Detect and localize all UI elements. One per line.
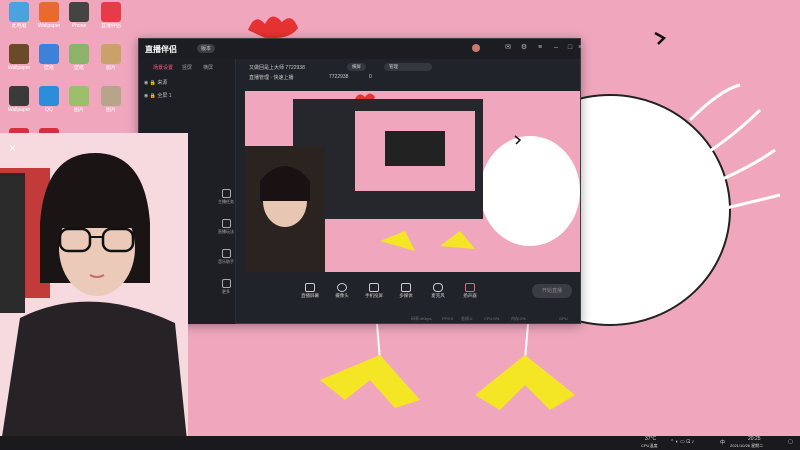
eye-icon[interactable]: ◉ <box>144 80 148 86</box>
tool-live-games[interactable]: 直播玩法 <box>211 219 241 235</box>
minimize-icon[interactable]: – <box>552 44 560 52</box>
menu-icon[interactable]: ≡ <box>536 44 544 52</box>
avatar[interactable] <box>472 44 480 52</box>
window-titlebar: 直播伴侣 版本 ✉ ⚙ ≡ – □ × <box>139 39 582 59</box>
tab-portrait[interactable]: 竖屏 <box>182 64 192 71</box>
input-method[interactable]: 中 <box>720 439 725 446</box>
desktop-icon-image-2[interactable]: 图片 <box>64 86 94 113</box>
desktop-icon-phone[interactable]: Phone <box>64 2 94 29</box>
desktop-icon-wallpaper-3[interactable]: 壁纸 <box>34 44 64 71</box>
tool-host-tasks[interactable]: 主播任务 <box>211 189 241 205</box>
source-row[interactable]: ◉ 🔒 全屏 1 <box>144 92 172 99</box>
maximize-icon[interactable]: □ <box>566 44 574 52</box>
desktop-icon-image-3[interactable]: 图片 <box>96 86 126 113</box>
more-icon <box>221 279 231 288</box>
status-cpu: CPU:0% <box>484 316 500 321</box>
image-icon <box>39 44 59 64</box>
desktop-icon-wallpaper-5[interactable]: Wallpaper <box>4 86 34 113</box>
room-title[interactable]: 又做回是上大师 7722938 <box>249 64 305 71</box>
chat-icon <box>39 86 59 106</box>
image-icon <box>69 86 89 106</box>
app-logo: 直播伴侣 <box>145 45 177 54</box>
room-subtitle: 直播管理 · 快速上播 <box>249 75 294 81</box>
desktop-icon-wallpaper[interactable]: Wallpaper <box>34 2 64 29</box>
image-icon <box>101 44 121 64</box>
tray-icons[interactable]: ⌃ ◐ ▭ ⊡ ♪ <box>670 439 694 445</box>
lock-icon[interactable]: 🔒 <box>150 93 156 99</box>
microphone-button[interactable]: 麦克风 <box>423 283 453 299</box>
close-icon[interactable]: × <box>9 141 16 155</box>
manage-button[interactable]: 管理 <box>384 63 432 71</box>
camera-icon <box>337 283 347 292</box>
clock-date[interactable]: 2021/10/26 星期二 <box>730 443 763 449</box>
status-bitrate: 码率:0Kbps <box>411 316 432 321</box>
camera-button[interactable]: 摄像头 <box>327 283 357 299</box>
app-icon <box>101 2 121 22</box>
desktop-icon-live-assistant[interactable]: 直播伴侣 <box>96 2 126 29</box>
message-icon[interactable]: ✉ <box>504 44 512 52</box>
phone-icon <box>369 283 379 292</box>
phone-icon <box>69 2 89 22</box>
tab-scene-settings[interactable]: 场景设置 <box>153 64 173 71</box>
status-dropped: 丢帧:0 <box>461 316 473 321</box>
phone-cast-button[interactable]: 手机投屏 <box>359 283 389 299</box>
desktop-icon-image[interactable]: 图片 <box>96 44 126 71</box>
status-memory: 内存:0% <box>511 316 526 321</box>
computer-icon <box>9 2 29 22</box>
clock-time[interactable]: 20:25 <box>748 436 761 442</box>
image-icon <box>9 44 29 64</box>
music-icon <box>221 249 231 258</box>
webcam-feed <box>0 133 188 450</box>
webcam-overlay[interactable]: × 动图 照片 视频 文字 <box>0 133 188 450</box>
media-button[interactable]: 多媒体 <box>391 283 421 299</box>
screen-capture-button[interactable]: 直播屏幕 <box>295 283 325 299</box>
image-icon <box>69 44 89 64</box>
orientation-tag[interactable]: 横屏 <box>347 63 366 71</box>
app-icon <box>39 2 59 22</box>
cpu-temperature: 37°C <box>645 436 657 442</box>
screen-icon <box>305 283 315 292</box>
lock-icon[interactable]: 🔒 <box>150 80 156 86</box>
desktop-icon-wallpaper-2[interactable]: Wallpaper <box>4 44 34 71</box>
preview-canvas <box>245 91 580 272</box>
close-icon[interactable]: × <box>576 44 584 52</box>
eye-icon[interactable]: ◉ <box>144 93 148 99</box>
room-id: 7722938 <box>329 74 349 80</box>
desktop-icon-wallpaper-4[interactable]: 壁纸 <box>64 44 94 71</box>
tool-music[interactable]: 音乐助手 <box>211 249 241 265</box>
tab-landscape[interactable]: 横屏 <box>203 64 213 71</box>
viewer-count: 0 <box>369 74 372 80</box>
settings-icon[interactable]: ⚙ <box>520 44 528 52</box>
tool-more[interactable]: 更多 <box>211 279 241 295</box>
room-info-bar: 又做回是上大师 7722938 横屏 管理 直播管理 · 快速上播 772293… <box>249 61 579 91</box>
speaker-button[interactable]: 扬声器 <box>455 283 485 299</box>
desktop-icon-computer[interactable]: 此电脑 <box>4 2 34 29</box>
version-badge[interactable]: 版本 <box>197 44 216 53</box>
game-icon <box>221 219 231 228</box>
taskbar: 37°C CPU温度 ⌃ ◐ ▭ ⊡ ♪ 中 20:25 2021/10/26 … <box>0 436 800 450</box>
tools-column: 主播任务 直播玩法 音乐助手 更多 <box>203 189 235 319</box>
image-icon <box>101 86 121 106</box>
stream-preview[interactable] <box>245 91 580 272</box>
mic-icon <box>433 283 443 292</box>
desktop-icon-qq[interactable]: QQ <box>34 86 64 113</box>
speaker-icon <box>465 283 475 292</box>
status-gpu: GPU <box>559 316 568 321</box>
task-icon <box>221 189 231 198</box>
notification-icon[interactable]: ▢ <box>788 439 793 445</box>
start-live-button[interactable]: 开始直播 <box>532 284 572 298</box>
source-row[interactable]: ◉ 🔒 来源 <box>144 79 167 86</box>
live-assistant-window: 直播伴侣 版本 ✉ ⚙ ≡ – □ × 场景设置 竖屏 横屏 ◉ 🔒 来源 ◉ … <box>138 38 582 324</box>
status-fps: FPS:0 <box>442 316 454 321</box>
media-icon <box>401 283 411 292</box>
image-icon <box>9 86 29 106</box>
status-bar: 码率:0Kbps FPS:0 丢帧:0 CPU:0% 内存:0% GPU <box>139 315 580 324</box>
cpu-temperature-label: CPU温度 <box>641 443 658 448</box>
